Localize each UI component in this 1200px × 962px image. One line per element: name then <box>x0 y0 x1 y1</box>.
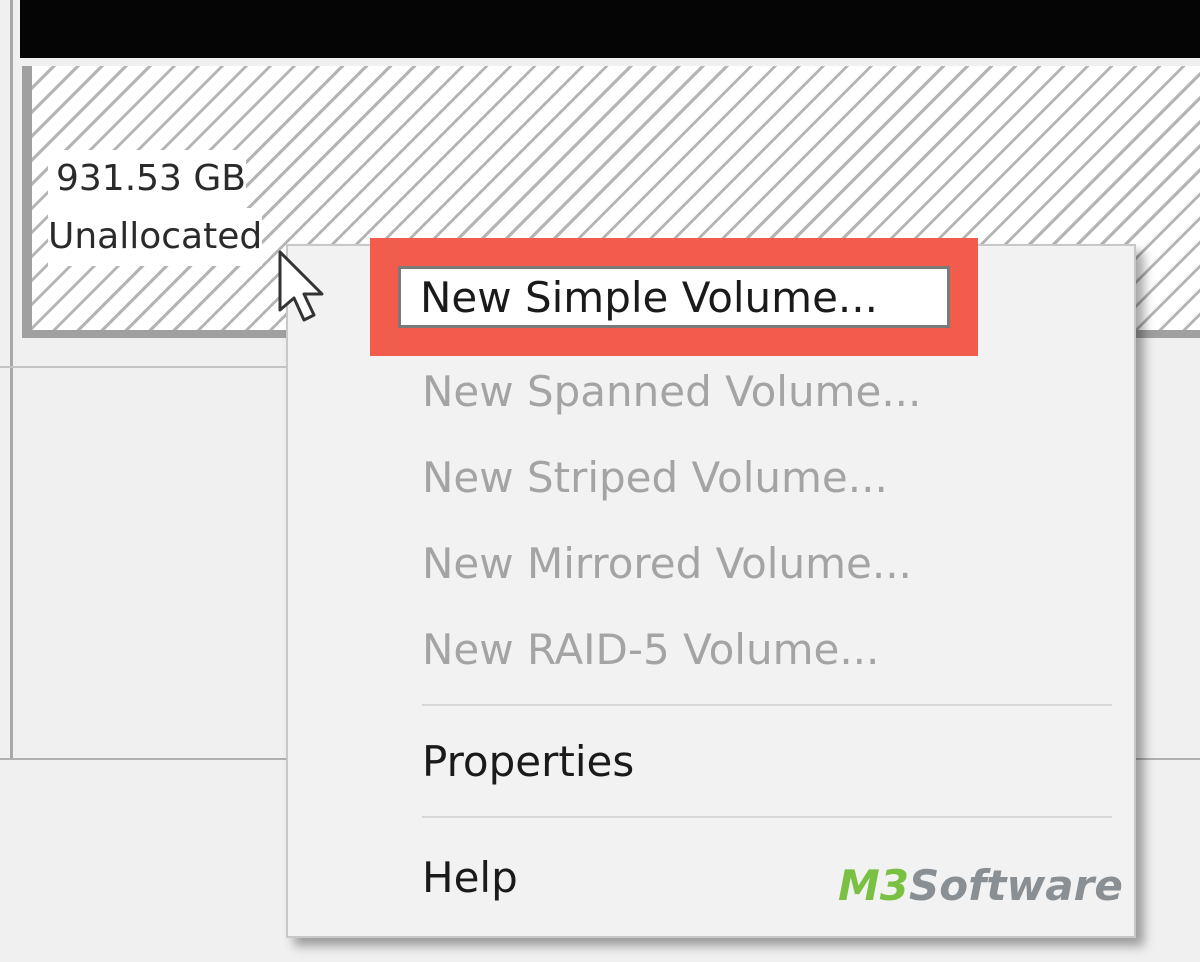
menu-item-new-striped-volume[interactable]: New Striped Volume... <box>422 448 888 508</box>
brand-watermark: M3Software <box>838 858 1123 914</box>
brand-suffix: Software <box>909 861 1123 910</box>
partition-size: 931.53 GB <box>48 150 247 208</box>
partition-label: 931.53 GB Unallocated <box>48 150 263 266</box>
menu-item-new-raid5-volume[interactable]: New RAID-5 Volume... <box>422 620 879 680</box>
menu-item-new-mirrored-volume[interactable]: New Mirrored Volume... <box>422 534 912 594</box>
disk-header-bar <box>20 0 1200 58</box>
arrow-pointer-icon <box>278 250 324 322</box>
menu-separator <box>422 704 1112 706</box>
menu-item-help[interactable]: Help <box>422 848 518 908</box>
left-border-line <box>10 0 13 760</box>
divider-line <box>0 366 300 368</box>
menu-item-new-simple-volume[interactable]: New Simple Volume... <box>420 268 878 328</box>
menu-item-properties[interactable]: Properties <box>422 732 634 792</box>
menu-item-new-spanned-volume[interactable]: New Spanned Volume... <box>422 362 921 422</box>
partition-status: Unallocated <box>48 208 263 266</box>
menu-separator <box>422 816 1112 818</box>
disk-management-view: 931.53 GB Unallocated New Spanned Volume… <box>0 0 1200 962</box>
brand-prefix: M3 <box>838 861 910 910</box>
